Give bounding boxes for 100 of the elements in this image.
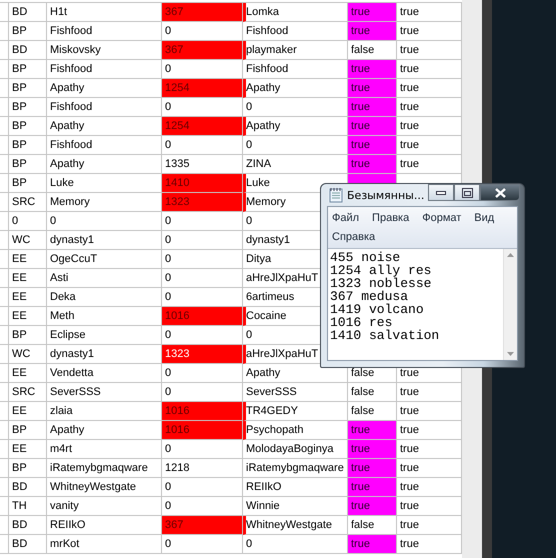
table-cell: BP (12, 177, 27, 189)
text-line: 1410 salvation (330, 329, 440, 342)
table-cell: true (400, 500, 419, 512)
table-cell: WhitneyWestgate (246, 519, 332, 531)
table-cell: Apathy (246, 82, 280, 94)
table-cell: 1218 (162, 459, 243, 478)
table-cell: SeverSSS (246, 386, 297, 398)
table-cell: EE (12, 367, 27, 379)
table-cell: Memory (50, 196, 90, 208)
table-cell: 0 (246, 139, 252, 151)
table-cell: 1254 (162, 117, 243, 136)
table-cell: true (400, 82, 419, 94)
table-cell: 0 (162, 364, 243, 383)
table-cell: true (400, 367, 419, 379)
table-cell: Ditya (246, 253, 272, 265)
menu-item[interactable]: Справка (332, 228, 376, 246)
table-cell: Vendetta (50, 367, 94, 379)
table-cell: Meth (50, 310, 74, 322)
table-cell: true (400, 405, 419, 417)
table-cell: Luke (246, 177, 270, 189)
table-cell: Apathy (50, 120, 84, 132)
close-button[interactable] (480, 184, 520, 201)
table-cell: dynasty1 (50, 234, 94, 246)
close-icon (494, 188, 506, 198)
table-cell: true (348, 440, 397, 459)
table-cell: true (348, 22, 397, 41)
table-cell: vanity (50, 500, 79, 512)
table-cell: 0 (162, 440, 243, 459)
table-cell: Miskovsky (50, 44, 101, 56)
table-cell: 0 (50, 215, 56, 227)
table-cell: true (400, 519, 419, 531)
table-cell: true (400, 44, 419, 56)
table-cell: 0 (162, 535, 243, 554)
table-cell: true (348, 421, 397, 440)
minimize-button[interactable] (428, 184, 454, 201)
table-cell: BP (12, 63, 27, 75)
table-cell: true (400, 443, 419, 455)
table-cell: EE (12, 272, 27, 284)
table-cell: SRC (12, 386, 36, 398)
menu-item[interactable]: Формат (422, 209, 462, 227)
table-cell: EE (12, 310, 27, 322)
table-cell: false (348, 383, 397, 402)
table-cell: 1016 (162, 421, 243, 440)
table-cell: zlaia (50, 405, 73, 417)
table-cell: 0 (162, 212, 243, 231)
table-cell: Apathy (50, 158, 84, 170)
table-cell: BD (12, 481, 28, 493)
table-cell: true (348, 3, 397, 22)
table-cell: Fishfood (50, 63, 92, 75)
table-cell: Apathy (50, 424, 84, 436)
menu-item[interactable]: Правка (372, 209, 410, 227)
table-cell: OgeCcuT (50, 253, 98, 265)
table-cell: SRC (12, 196, 36, 208)
table-cell: true (400, 139, 419, 151)
table-cell: true (348, 98, 397, 117)
menu-item[interactable]: Вид (474, 209, 494, 227)
table-cell: Deka (50, 291, 76, 303)
table-cell: BP (12, 25, 27, 37)
table-cell: Apathy (50, 82, 84, 94)
table-cell: true (400, 462, 419, 474)
table-cell: WC (12, 348, 30, 360)
table-cell: BP (12, 424, 27, 436)
table-cell: 1016 (162, 307, 243, 326)
table-cell: m4rt (50, 443, 72, 455)
table-cell: true (400, 120, 419, 132)
table-cell: 0 (246, 329, 252, 341)
table-cell: true (400, 424, 419, 436)
table-cell: BD (12, 44, 28, 56)
table-cell: 0 (12, 215, 18, 227)
text-line: 1323 noblesse (330, 277, 432, 290)
table-cell: BP (12, 462, 27, 474)
table-cell: Fishfood (246, 63, 288, 75)
table-cell: 367 (162, 41, 243, 60)
table-cell: TH (12, 500, 27, 512)
menu-item[interactable]: Файл (332, 209, 360, 227)
table-cell: true (400, 63, 419, 75)
table-cell: TR4GEDY (246, 405, 298, 417)
table-cell: EE (12, 291, 27, 303)
table-cell: Apathy (246, 367, 280, 379)
window-title: Безымянны... (347, 188, 424, 202)
table-cell: mrKot (50, 538, 80, 550)
text-line: 1419 volcano (330, 303, 425, 316)
table-cell: BD (12, 519, 28, 531)
table-cell: true (400, 158, 419, 170)
text-area[interactable]: 455 noise 1254 ally res 1323 noblesse 367 medusa 1419 volcano 1016 res 1410 salvation (328, 249, 517, 360)
table-cell: MolodayaBoginya (246, 443, 334, 455)
table-cell: true (400, 481, 419, 493)
table-cell: EE (12, 405, 27, 417)
table-cell: true (348, 117, 397, 136)
table-cell: 1323 (162, 345, 243, 364)
table-cell: ZINA (246, 158, 272, 170)
table-cell: true (348, 459, 397, 478)
table-cell: true (400, 25, 419, 37)
table-cell: true (348, 155, 397, 174)
table-cell: 367 (162, 516, 243, 535)
table-cell: iRatemybgmaqware (50, 462, 148, 474)
table-cell: WC (12, 234, 30, 246)
table-cell: 0 (246, 538, 252, 550)
maximize-button[interactable] (454, 184, 480, 201)
table-cell: BP (12, 329, 27, 341)
